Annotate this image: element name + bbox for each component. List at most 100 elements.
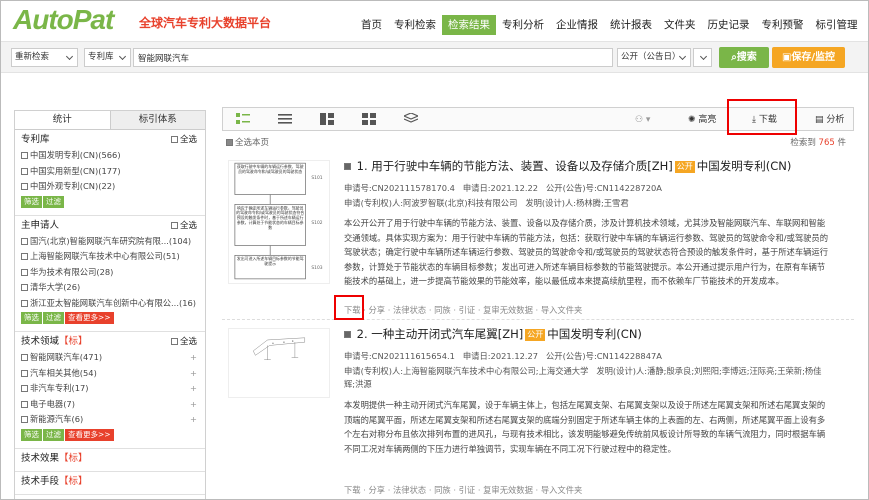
- tag-marker: 【标】: [59, 452, 88, 464]
- select-all-checkbox[interactable]: 全选: [170, 132, 197, 148]
- search-bar: 重新检索 专利库 公开（公告日） ⌕搜索 ▣保存/监控: [1, 41, 868, 73]
- nav-tag-management[interactable]: 标引管理: [810, 15, 864, 35]
- sort-select[interactable]: 公开（公告日）: [617, 48, 691, 67]
- nav-search-results[interactable]: 检索结果: [442, 15, 496, 35]
- facet-item[interactable]: 电子电器(7) +: [21, 397, 199, 413]
- nav-patent-search[interactable]: 专利检索: [388, 15, 442, 35]
- split-view-icon[interactable]: [320, 113, 334, 125]
- facet-item[interactable]: 中国实用新型(CN)(177): [21, 164, 199, 180]
- flow-label: S102: [311, 220, 322, 226]
- facet-item[interactable]: 智能网联汽车(471) +: [21, 350, 199, 366]
- search-button[interactable]: ⌕搜索: [719, 47, 769, 68]
- filter-button[interactable]: 筛选: [21, 195, 42, 208]
- exclude-button[interactable]: 过滤: [43, 195, 64, 208]
- app-window: AutoPat 全球汽车专利大数据平台 首页 专利检索 检索结果 专利分析 企业…: [0, 0, 869, 500]
- facet-title: 技术领域: [21, 336, 60, 347]
- facet-item[interactable]: 上海智能网联汽车技术中心有限公司(51): [21, 249, 199, 265]
- filter-button[interactable]: 筛选: [21, 312, 42, 324]
- result-item: 获取行驶中车辆的车辆运行参数、驾驶员的驾驶命令和/或驾驶员的驾驶状态 响应于确定…: [222, 154, 854, 320]
- sort-value: 公开（公告日）: [621, 52, 681, 62]
- facet-item[interactable]: 汽车相关其他(54) +: [21, 366, 199, 382]
- search-mode-select[interactable]: 重新检索: [11, 48, 78, 67]
- expand-plus-icon: +: [190, 414, 197, 424]
- analyze-button[interactable]: ▤ 分析: [815, 113, 844, 127]
- facet-item[interactable]: 清华大学(26): [21, 280, 199, 296]
- result-applicant: 申请(专利权)人:上海智能网联汽车技术中心有限公司;上海交通大学 发明(设计)人…: [344, 366, 822, 389]
- highlight-button[interactable]: ✺ 高亮: [688, 113, 716, 127]
- patent-kind: 中国发明专利(CN): [696, 159, 792, 173]
- facet-item[interactable]: 非汽车专利(17) +: [21, 381, 199, 397]
- title-text[interactable]: 1. 用于行驶中车辆的节能方法、装置、设备以及存储介质[ZH]: [357, 159, 673, 173]
- flow-step-text: 响应于确定所述车辆运行参数，驾驶员的驾驶命令和/或驾驶员的驾驶状态符合预设的触发…: [236, 205, 305, 230]
- nav-patent-alert[interactable]: 专利预警: [756, 15, 810, 35]
- nav-patent-analysis[interactable]: 专利分析: [496, 15, 550, 35]
- facet-item[interactable]: 国汽(北京)智能网联汽车研究院有限...(104): [21, 234, 199, 250]
- result-actions[interactable]: 下载 · 分享 · 法律状态 · 同族 · 引证 · 复审无效数据 · 导入文件…: [344, 484, 582, 496]
- result-actions[interactable]: 下载 · 分享 · 法律状态 · 同族 · 引证 · 复审无效数据 · 导入文件…: [344, 304, 582, 316]
- layers-icon[interactable]: [404, 113, 418, 125]
- select-all-checkbox[interactable]: 全选: [170, 334, 197, 350]
- facet-item[interactable]: 浙江亚太智能网联汽车创新中心有限公...(16): [21, 296, 199, 312]
- nav-folders[interactable]: 文件夹: [658, 15, 702, 35]
- facet-item[interactable]: 中国外观专利(CN)(22): [21, 179, 199, 195]
- result-applicant: 申请(专利权)人:阿波罗智联(北京)科技有限公司 发明(设计)人:杨林腾;王雪君: [344, 198, 629, 208]
- patent-kind: 中国发明专利(CN): [547, 327, 642, 341]
- patent-thumbnail[interactable]: [228, 328, 330, 398]
- database-select[interactable]: 专利库: [84, 48, 131, 67]
- facet-item[interactable]: 华为技术有限公司(28): [21, 265, 199, 281]
- flow-label: S103: [311, 265, 322, 271]
- facet-title: 主申请人: [21, 219, 60, 231]
- result-title[interactable]: 2. 一种主动开闭式汽车尾翼[ZH] 公开 中国发明专利(CN): [344, 326, 642, 342]
- logo-subtitle: 全球汽车专利大数据平台: [139, 16, 272, 30]
- search-mode-value: 重新检索: [15, 52, 50, 62]
- expand-plus-icon: +: [190, 383, 197, 393]
- facet-tech-means: 技术手段【标】: [15, 472, 205, 495]
- flow-step-text: 获取行驶中车辆的车辆运行参数、驾驶员的驾驶命令和/或驾驶员的驾驶状态: [236, 164, 304, 174]
- nav-company-intel[interactable]: 企业情报: [550, 15, 604, 35]
- facet-title[interactable]: 技术效果: [21, 453, 59, 464]
- highlight-box-row-download: [334, 295, 364, 320]
- chevron-down-icon: [65, 52, 74, 61]
- sort-order-select[interactable]: [693, 48, 712, 67]
- select-page-checkbox[interactable]: 全选本页: [226, 136, 269, 148]
- filter-button[interactable]: 筛选: [21, 428, 42, 441]
- facet-item[interactable]: 新能源汽车(6) +: [21, 412, 199, 428]
- result-checkbox[interactable]: [344, 163, 351, 170]
- flow-label: S101: [311, 175, 322, 181]
- main-nav: 首页 专利检索 检索结果 专利分析 企业情报 统计报表 文件夹 历史记录 专利预…: [355, 15, 864, 35]
- facet-database: 专利库 全选 中国发明专利(CN)(566) 中国实用新型(CN)(177) 中…: [15, 130, 205, 216]
- save-icon: ▣: [781, 52, 792, 63]
- result-title[interactable]: 1. 用于行驶中车辆的节能方法、装置、设备以及存储介质[ZH] 公开 中国发明专利(…: [344, 158, 791, 174]
- nav-home[interactable]: 首页: [355, 15, 388, 35]
- detail-view-icon[interactable]: [236, 113, 250, 125]
- patent-thumbnail[interactable]: 获取行驶中车辆的车辆运行参数、驾驶员的驾驶命令和/或驾驶员的驾驶状态 响应于确定…: [228, 160, 330, 284]
- logo[interactable]: AutoPat: [13, 5, 114, 35]
- search-button-label: 搜索: [736, 52, 757, 63]
- facet-item[interactable]: 中国发明专利(CN)(566): [21, 148, 199, 164]
- database-value: 专利库: [88, 52, 114, 62]
- select-all-checkbox[interactable]: 全选: [170, 218, 197, 234]
- result-abstract: 本发明提供一种主动开闭式汽车尾翼，设于车辆主体上，包括左尾翼支架、右尾翼支架以及…: [344, 400, 826, 454]
- view-more-button[interactable]: 查看更多>>: [65, 312, 114, 324]
- facet-sidebar: 统计 标引体系 专利库 全选 中国发明专利(CN)(566) 中国实用新型(CN…: [14, 110, 206, 499]
- search-input[interactable]: [133, 48, 613, 67]
- nav-reports[interactable]: 统计报表: [604, 15, 658, 35]
- grid-view-icon[interactable]: [362, 113, 376, 125]
- facet-title[interactable]: 技术手段: [21, 476, 59, 487]
- tab-tag-system[interactable]: 标引体系: [110, 111, 205, 129]
- view-more-button[interactable]: 查看更多>>: [65, 428, 114, 441]
- save-monitor-button[interactable]: ▣保存/监控: [772, 47, 845, 68]
- result-count: 检索到 765 件: [790, 138, 846, 148]
- tab-statistics[interactable]: 统计: [15, 111, 111, 129]
- share-icon[interactable]: ⚇ ▾: [635, 113, 650, 127]
- result-abstract: 本公开公开了用于行驶中车辆的节能方法、装置、设备以及存储介质，涉及计算机技术领域…: [344, 218, 829, 286]
- save-button-label: 保存/监控: [791, 52, 836, 63]
- list-view-icon[interactable]: [278, 113, 292, 125]
- title-text[interactable]: 2. 一种主动开闭式汽车尾翼[ZH]: [357, 327, 524, 341]
- exclude-button[interactable]: 过滤: [43, 428, 64, 441]
- result-checkbox[interactable]: [344, 331, 351, 338]
- tag-marker: 【标】: [59, 475, 88, 487]
- exclude-button[interactable]: 过滤: [43, 312, 64, 324]
- nav-history[interactable]: 历史记录: [702, 15, 756, 35]
- expand-plus-icon: +: [190, 398, 197, 409]
